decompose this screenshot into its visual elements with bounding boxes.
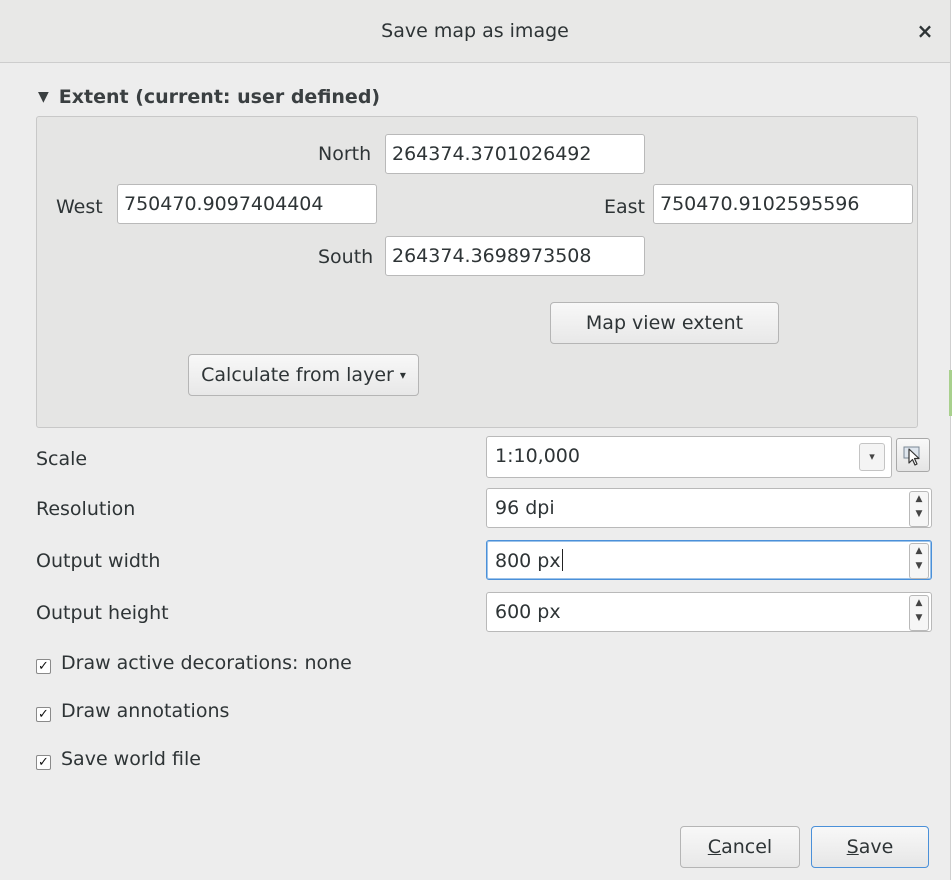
scale-value: 1:10,000 [495, 445, 580, 467]
draw-annotations-checkbox[interactable]: ✓ Draw annotations [36, 700, 229, 722]
checkmark-icon: ✓ [36, 707, 51, 722]
scale-label: Scale [36, 448, 88, 470]
output-height-stepper-icon[interactable]: ▲ ▼ [909, 595, 929, 631]
cancel-button[interactable]: Cancel [680, 826, 800, 868]
cursor-icon [903, 446, 920, 466]
save-world-file-checkbox[interactable]: ✓ Save world file [36, 748, 201, 770]
map-canvas-picker-button[interactable] [896, 438, 930, 472]
save-mnemonic: S [846, 836, 859, 858]
south-input[interactable] [385, 236, 645, 276]
save-world-file-label: Save world file [61, 748, 201, 770]
triangle-down-icon: ▼ [38, 89, 49, 105]
output-height-value: 600 px [495, 601, 561, 623]
east-input[interactable] [653, 184, 913, 224]
resolution-label: Resolution [36, 498, 136, 520]
save-map-dialog: Save map as image × ▼ Extent (current: us… [0, 0, 951, 880]
cancel-label: ancel [721, 836, 773, 858]
close-icon: × [916, 19, 934, 43]
save-label: ave [858, 836, 894, 858]
calculate-button-label: Calculate from layer [201, 364, 394, 386]
west-input[interactable] [117, 184, 377, 224]
draw-decorations-checkbox[interactable]: ✓ Draw active decorations: none [36, 652, 352, 674]
south-label: South [318, 246, 374, 268]
scale-dropdown-icon[interactable]: ▾ [859, 443, 885, 471]
output-height-spinbox[interactable]: 600 px ▲ ▼ [486, 592, 932, 632]
draw-annotations-label: Draw annotations [61, 700, 230, 722]
north-input[interactable] [385, 134, 645, 174]
output-width-spinbox[interactable]: 800 px ▲ ▼ [486, 540, 932, 580]
resolution-spinbox[interactable]: 96 dpi ▲ ▼ [486, 488, 932, 528]
west-label: West [56, 196, 103, 218]
extent-group-title: Extent (current: user defined) [58, 86, 381, 108]
map-view-extent-button[interactable]: Map view extent [550, 302, 779, 344]
output-width-label: Output width [36, 550, 161, 572]
calculate-from-layer-button[interactable]: Calculate from layer ▾ [188, 354, 419, 396]
checkmark-icon: ✓ [36, 659, 51, 674]
output-height-label: Output height [36, 602, 169, 624]
north-label: North [318, 143, 372, 165]
output-width-stepper-icon[interactable]: ▲ ▼ [909, 543, 929, 579]
extent-group-toggle[interactable]: ▼ Extent (current: user defined) [38, 86, 380, 108]
resolution-value: 96 dpi [495, 497, 555, 519]
draw-decorations-label: Draw active decorations: none [61, 652, 352, 674]
resolution-stepper-icon[interactable]: ▲ ▼ [909, 491, 929, 527]
dialog-title: Save map as image [381, 20, 569, 42]
title-bar: Save map as image × [0, 0, 950, 63]
checkmark-icon: ✓ [36, 755, 51, 770]
close-button[interactable]: × [910, 16, 940, 46]
east-label: East [604, 196, 645, 218]
output-width-value: 800 px [495, 549, 563, 572]
scale-combo[interactable]: 1:10,000 ▾ [486, 436, 892, 478]
save-button[interactable]: Save [811, 826, 929, 868]
chevron-down-icon: ▾ [399, 368, 406, 382]
cancel-mnemonic: C [707, 836, 722, 858]
